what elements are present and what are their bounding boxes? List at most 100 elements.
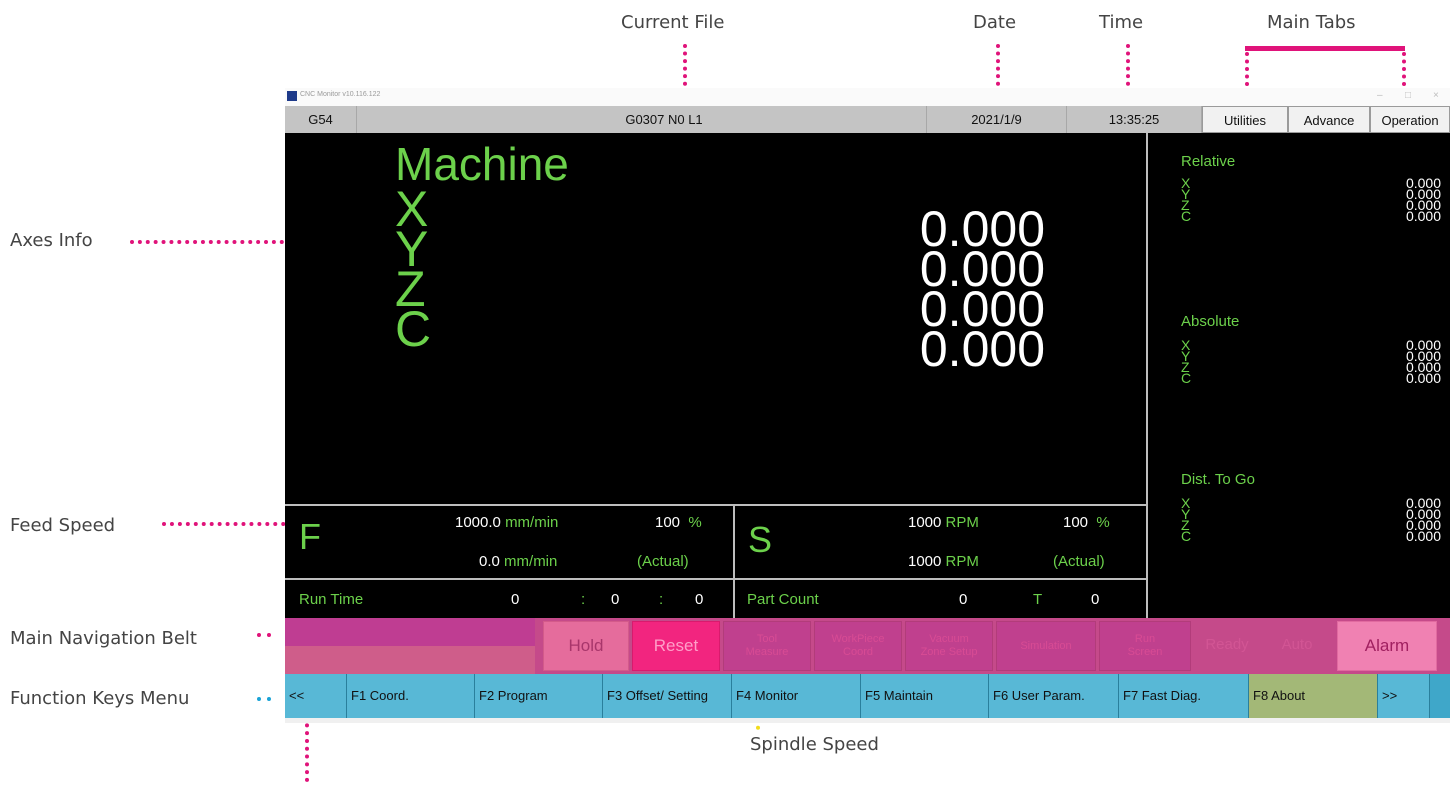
belt-blank-top — [285, 618, 535, 646]
spindle-command-value: 1000 — [908, 514, 942, 531]
annotation-spindle-speed: Spindle Speed — [750, 734, 879, 755]
tool-measure-label-1: Tool — [756, 633, 778, 645]
minimize-button[interactable]: – — [1377, 90, 1383, 101]
run-time-sep-1: : — [581, 591, 586, 608]
relative-label: Relative — [1181, 153, 1236, 170]
fkey-f3-offset-setting[interactable]: F3 Offset/ Setting — [603, 674, 732, 718]
run-time-sep-2: : — [659, 591, 664, 608]
feed-override-unit: % — [688, 514, 702, 531]
dist-to-go-values: 0.000 0.000 0.000 0.000 — [1365, 496, 1441, 544]
feed-override-value: 100 — [655, 514, 681, 531]
tool-measure-label-2: Measure — [745, 646, 789, 658]
vacuum-label-1: Vacuum — [929, 633, 969, 645]
absolute-values: 0.000 0.000 0.000 0.000 — [1365, 338, 1441, 386]
spindle-override-value: 100 — [1063, 514, 1089, 531]
tool-number-value: 0 — [1091, 591, 1100, 608]
fkey-f4-monitor[interactable]: F4 Monitor — [732, 674, 861, 718]
spindle-command-unit: RPM — [945, 514, 979, 531]
fkey-f6-user-param[interactable]: F6 User Param. — [989, 674, 1119, 718]
main-display: Machine X Y Z C 0.000 0.000 0.000 0.000 … — [285, 133, 1450, 618]
date: 2021/1/9 — [927, 106, 1067, 133]
close-button[interactable]: × — [1433, 90, 1439, 101]
fkey-f5-maintain[interactable]: F5 Maintain — [861, 674, 989, 718]
machine-axis-letters: X Y Z C — [395, 184, 432, 357]
current-file: G0307 N0 L1 — [357, 106, 927, 133]
feed-command-unit: mm/min — [505, 514, 559, 531]
annotation-current-file: Current File — [621, 12, 725, 33]
workpiece-coord-button[interactable]: WorkPiece Coord — [814, 621, 902, 671]
feed-actual-label: (Actual) — [637, 553, 689, 570]
fkey-f1-coord[interactable]: F1 Coord. — [347, 674, 475, 718]
side-panel-divider — [1146, 133, 1148, 618]
feed-section-divider — [285, 504, 1146, 506]
spindle-override-unit: % — [1096, 514, 1110, 531]
relative-values: 0.000 0.000 0.000 0.000 — [1365, 176, 1441, 224]
dist-value-c: 0.000 — [1405, 528, 1441, 544]
spindle-actual: 1000 RPM — [908, 553, 979, 570]
belt-blank-bottom — [285, 646, 535, 674]
fkey-f8-about[interactable]: F8 About — [1249, 674, 1378, 718]
feed-actual-unit: mm/min — [504, 553, 558, 570]
run-time-seconds: 0 — [695, 591, 704, 608]
tab-operation[interactable]: Operation — [1370, 106, 1450, 133]
absolute-axes: X Y Z C — [1181, 338, 1191, 385]
part-count-label: Part Count — [747, 591, 819, 608]
run-screen-label-2: Screen — [1127, 646, 1163, 658]
vacuum-label-2: Zone Setup — [920, 646, 978, 658]
machine-value-c: 0.000 — [919, 321, 1045, 377]
spindle-override: 100 % — [1063, 514, 1110, 531]
annotation-nav-belt-pointer — [257, 633, 271, 637]
feed-command-value: 1000.0 — [455, 514, 501, 531]
tab-advance[interactable]: Advance — [1288, 106, 1370, 133]
alarm-indicator[interactable]: Alarm — [1337, 621, 1437, 671]
function-keys-menu: << F1 Coord. F2 Program F3 Offset/ Setti… — [285, 674, 1450, 718]
feed-letter: F — [299, 516, 321, 557]
feed-override: 100 % — [655, 514, 702, 531]
tool-measure-button[interactable]: Tool Measure — [723, 621, 811, 671]
spindle-letter: S — [748, 519, 773, 560]
coord-system: G54 — [285, 106, 357, 133]
fkey-f2-program[interactable]: F2 Program — [475, 674, 603, 718]
spindle-command: 1000 RPM — [908, 514, 979, 531]
machine-axis-c: C — [395, 301, 432, 357]
run-time-hours: 0 — [511, 591, 520, 608]
annotation-main-tabs: Main Tabs — [1267, 12, 1356, 33]
spindle-actual-label: (Actual) — [1053, 553, 1105, 570]
runtime-divider — [285, 578, 1146, 580]
dist-to-go-label: Dist. To Go — [1181, 471, 1255, 488]
annotation-feed-speed: Feed Speed — [10, 515, 116, 536]
feed-spindle-divider — [733, 504, 735, 618]
relative-value-c: 0.000 — [1405, 208, 1441, 224]
absolute-label: Absolute — [1181, 313, 1240, 330]
annotation-axes-info: Axes Info — [10, 230, 93, 251]
run-screen-label-1: Run — [1134, 633, 1156, 645]
tab-utilities[interactable]: Utilities — [1202, 106, 1288, 133]
relative-axis-c: C — [1181, 208, 1192, 224]
annotation-fkeys-pointer — [257, 697, 271, 701]
absolute-value-c: 0.000 — [1405, 370, 1441, 386]
hold-button[interactable]: Hold — [543, 621, 629, 671]
annotation-function-keys-menu: Function Keys Menu — [10, 688, 190, 709]
machine-axis-values: 0.000 0.000 0.000 0.000 — [885, 204, 1045, 377]
vacuum-zone-setup-button[interactable]: Vacuum Zone Setup — [905, 621, 993, 671]
tool-number-label: T — [1033, 591, 1043, 608]
reset-button[interactable]: Reset — [632, 621, 720, 671]
annotation-time: Time — [1099, 12, 1144, 33]
title-bar: CNC Monitor v10.116.122 – □ × — [285, 88, 1450, 106]
main-navigation-belt: Hold Reset Tool Measure WorkPiece Coord … — [285, 618, 1450, 674]
cnc-window: CNC Monitor v10.116.122 – □ × G54 G0307 … — [285, 88, 1450, 723]
fkey-prev-button[interactable]: << — [285, 674, 347, 718]
ready-indicator: Ready — [1194, 621, 1260, 671]
fkey-next-button[interactable]: >> — [1378, 674, 1430, 718]
maximize-button[interactable]: □ — [1405, 90, 1411, 101]
feed-command: 1000.0 mm/min — [455, 514, 558, 531]
simulation-button[interactable]: Simulation — [996, 621, 1096, 671]
auto-indicator: Auto — [1260, 621, 1334, 671]
relative-axes: X Y Z C — [1181, 176, 1192, 224]
spindle-actual-unit: RPM — [945, 553, 979, 570]
run-screen-button[interactable]: Run Screen — [1099, 621, 1191, 671]
workpiece-label-1: WorkPiece — [831, 633, 885, 645]
part-count-value: 0 — [959, 591, 968, 608]
fkey-f7-fast-diag[interactable]: F7 Fast Diag. — [1119, 674, 1249, 718]
feed-actual: 0.0 mm/min — [479, 553, 557, 570]
